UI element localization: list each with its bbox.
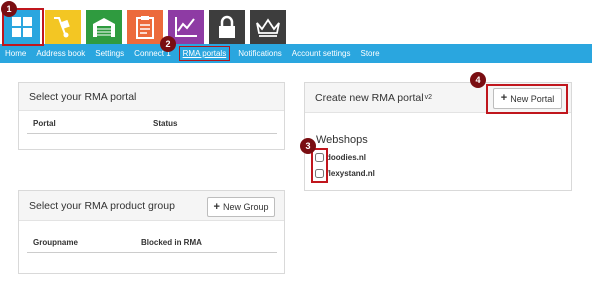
webshop-name: flexystand.nl [326,169,375,178]
security-app-button[interactable] [209,10,245,44]
rma-portal-panel: Select your RMA portal Portal Status [18,82,285,150]
warehouse-icon [93,18,115,37]
table-divider [27,133,277,134]
highlight-new-portal [486,84,568,114]
nav-address-book[interactable]: Address book [36,44,85,63]
nav-store[interactable]: Store [361,44,380,63]
premium-app-button[interactable] [250,10,286,44]
main-nav: Home Address book Settings Connect 1 RMA… [0,44,592,63]
lock-icon [219,15,235,38]
clipboard-icon [136,16,154,39]
nav-rma-portals[interactable]: RMA portals [183,46,227,61]
create-panel-title: Create new RMA portal [315,91,424,104]
warehouse-app-button[interactable] [86,10,122,44]
rma-portal-panel-title: Select your RMA portal [19,83,284,111]
hand-truck-icon [54,17,70,38]
col-header-blocked: Blocked in RMA [141,238,202,247]
rma-product-group-panel: Select your RMA product group + New Grou… [18,190,285,274]
step-marker-3: 3 [300,138,316,154]
step-marker-4: 4 [470,72,486,88]
nav-settings[interactable]: Settings [95,44,124,63]
highlight-webshop-checkboxes [311,148,328,183]
webshops-label: Webshops [316,134,368,146]
nav-notifications[interactable]: Notifications [238,44,282,63]
app-icon-bar [4,10,286,44]
nav-home[interactable]: Home [5,44,26,63]
nav-account-settings[interactable]: Account settings [292,44,351,63]
col-header-portal: Portal [33,119,56,128]
col-header-groupname: Groupname [33,238,78,247]
chart-icon [175,17,197,37]
crown-icon [256,18,280,37]
orders-app-button[interactable] [127,10,163,44]
highlight-rma-portals: RMA portals [178,46,231,61]
new-group-button[interactable]: + New Group [207,197,275,217]
version-badge: v2 [424,94,432,101]
step-marker-2: 2 [160,36,176,52]
webshop-name: doodies.nl [326,153,366,162]
new-group-label: New Group [222,202,269,212]
col-header-status: Status [153,119,178,128]
delivery-app-button[interactable] [45,10,81,44]
step-marker-1: 1 [1,1,17,17]
plus-icon: + [213,200,220,213]
table-divider [27,252,277,253]
